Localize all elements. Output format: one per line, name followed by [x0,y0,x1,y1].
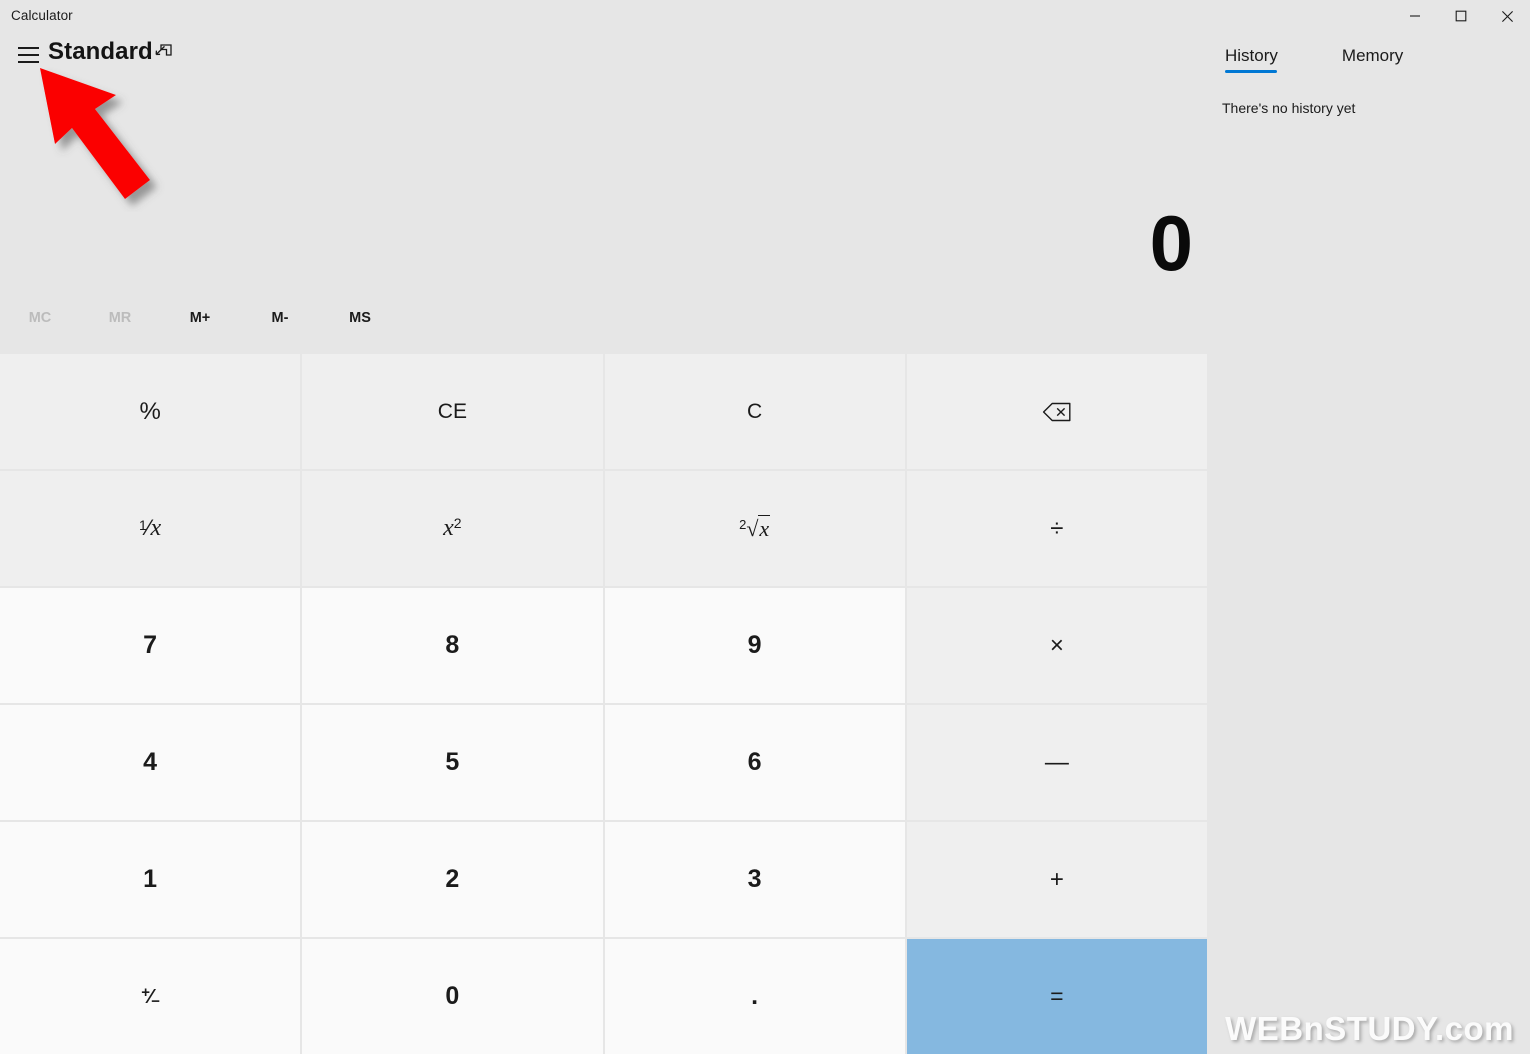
calculator-mode-title: Standard [48,38,153,66]
key-nine[interactable]: 9 [605,588,905,703]
site-watermark: WEBnSTUDY.com [1225,1010,1514,1048]
keep-on-top-button[interactable] [146,41,180,69]
memory-button-mminus[interactable]: M- [240,298,320,338]
key-zero[interactable]: 0 [302,939,602,1054]
key-seven[interactable]: 7 [0,588,300,703]
memory-button-mr: MR [80,298,160,338]
key-multiply[interactable]: × [907,588,1207,703]
key-subtract[interactable]: — [907,705,1207,820]
close-icon [1501,10,1514,23]
key-six[interactable]: 6 [605,705,905,820]
tab-history[interactable]: History [1221,40,1294,76]
close-button[interactable] [1484,0,1530,32]
key-sqrt[interactable]: 2√x [605,471,905,586]
key-equals[interactable]: = [907,939,1207,1054]
key-reciprocal[interactable]: 1⁄x [0,471,300,586]
key-five[interactable]: 5 [302,705,602,820]
key-two[interactable]: 2 [302,822,602,937]
key-add[interactable]: + [907,822,1207,937]
key-plus-minus[interactable]: +⁄− [0,939,300,1054]
key-one[interactable]: 1 [0,822,300,937]
minimize-icon [1409,10,1421,22]
key-four[interactable]: 4 [0,705,300,820]
window-controls [1392,0,1530,32]
key-clear-entry[interactable]: CE [302,354,602,469]
hamburger-menu-icon [18,45,39,65]
history-memory-panel: History Memory There's no history yet [1207,32,1530,1054]
key-percent[interactable]: % [0,354,300,469]
minimize-button[interactable] [1392,0,1438,32]
key-divide[interactable]: ÷ [907,471,1207,586]
empty-history-message: There's no history yet [1222,100,1355,116]
keep-on-top-icon [154,43,173,67]
memory-button-mc: MC [0,298,80,338]
title-bar: Calculator [0,0,1530,32]
tab-memory[interactable]: Memory [1338,40,1419,76]
keypad-grid: %CEC 1⁄xx22√x÷ 789× 456— 123+ +⁄−0.= [0,354,1207,1054]
maximize-icon [1455,10,1467,22]
key-backspace[interactable] [907,354,1207,469]
calculator-window: Calculator Sta [0,0,1530,1054]
memory-button-mplus[interactable]: M+ [160,298,240,338]
navigation-menu-button[interactable] [8,40,48,70]
app-header: Standard [0,32,1210,76]
memory-button-ms[interactable]: MS [320,298,400,338]
key-decimal[interactable]: . [605,939,905,1054]
result-value: 0 [1150,204,1192,282]
panel-tabs: History Memory [1221,40,1419,76]
maximize-button[interactable] [1438,0,1484,32]
key-clear[interactable]: C [605,354,905,469]
memory-buttons-row: MCMRM+M-MS [0,298,1207,340]
key-three[interactable]: 3 [605,822,905,937]
key-eight[interactable]: 8 [302,588,602,703]
window-title: Calculator [11,8,73,23]
key-square[interactable]: x2 [302,471,602,586]
display-area: 0 [0,80,1207,290]
